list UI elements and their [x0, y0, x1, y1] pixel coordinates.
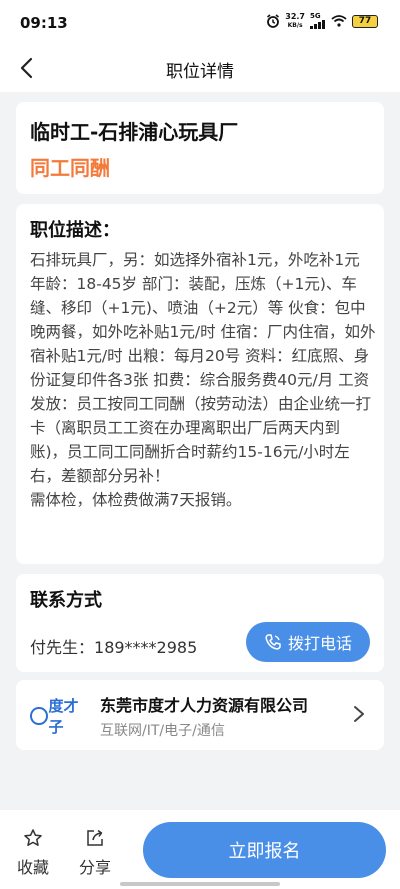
company-card[interactable]: 度才子 东莞市度才人力资源有限公司 互联网/IT/电子/通信 [16, 680, 384, 750]
status-bar: 09:13 32.7 KB/s 5G 77 [0, 0, 400, 44]
signal-group: 5G [310, 13, 326, 29]
alarm-icon [267, 14, 280, 28]
description-body: 石排玩具厂，另：如选择外宿补1元，外吃补1元 年龄：18-45岁 部门：装配，压… [30, 248, 376, 512]
call-button[interactable]: 拨打电话 [246, 622, 370, 662]
nav-bar: 职位详情 [0, 44, 400, 92]
description-text: 石排玩具厂，另：如选择外宿补1元，外吃补1元 年龄：18-45岁 部门：装配，压… [30, 251, 376, 485]
net-speed: 32.7 KB/s [285, 12, 305, 29]
share-label: 分享 [78, 858, 111, 877]
contact-info: 付先生：189****2985 [30, 634, 197, 658]
phone-icon [265, 634, 281, 650]
job-description-card: 职位描述： 石排玩具厂，另：如选择外宿补1元，外吃补1元 年龄：18-45岁 部… [16, 204, 384, 564]
home-indicator[interactable] [120, 882, 280, 886]
company-industry: 互联网/IT/电子/通信 [100, 723, 225, 739]
page-title: 职位详情 [166, 62, 234, 82]
signal-icon [310, 20, 325, 29]
signup-button[interactable]: 立即报名 [143, 822, 386, 878]
share-icon [87, 829, 103, 846]
chevron-right-icon [354, 706, 364, 722]
bottom-action-bar: 收藏 分享 立即报名 [0, 810, 400, 889]
contact-card: 联系方式 付先生：189****2985 拨打电话 [16, 574, 384, 672]
favorite-label: 收藏 [16, 858, 49, 877]
description-heading: 职位描述： [30, 220, 120, 241]
company-logo: 度才子 [30, 697, 92, 736]
contact-phone: 189****2985 [94, 638, 198, 657]
contact-heading: 联系方式 [30, 590, 102, 611]
logo-mark-icon [30, 707, 48, 725]
call-button-label: 拨打电话 [287, 634, 352, 653]
job-tag: 同工同酬 [30, 156, 110, 180]
job-title-card: 临时工-石排浦心玩具厂 同工同酬 [16, 102, 384, 194]
contact-name: 付先生： [30, 638, 95, 657]
company-name: 东莞市度才人力资源有限公司 [100, 696, 309, 715]
star-icon [24, 829, 42, 846]
share-button[interactable]: 分享 [75, 828, 115, 878]
status-icons: 32.7 KB/s 5G 77 [266, 12, 378, 30]
favorite-button[interactable]: 收藏 [13, 828, 53, 878]
wifi-icon [331, 15, 347, 27]
logo-text: 度才子 [48, 697, 79, 736]
job-name: 临时工-石排浦心玩具厂 [30, 120, 239, 144]
battery-icon: 77 [352, 14, 378, 28]
status-time: 09:13 [20, 14, 68, 32]
description-note: 需体检，体检费做满7天报销。 [30, 491, 242, 509]
